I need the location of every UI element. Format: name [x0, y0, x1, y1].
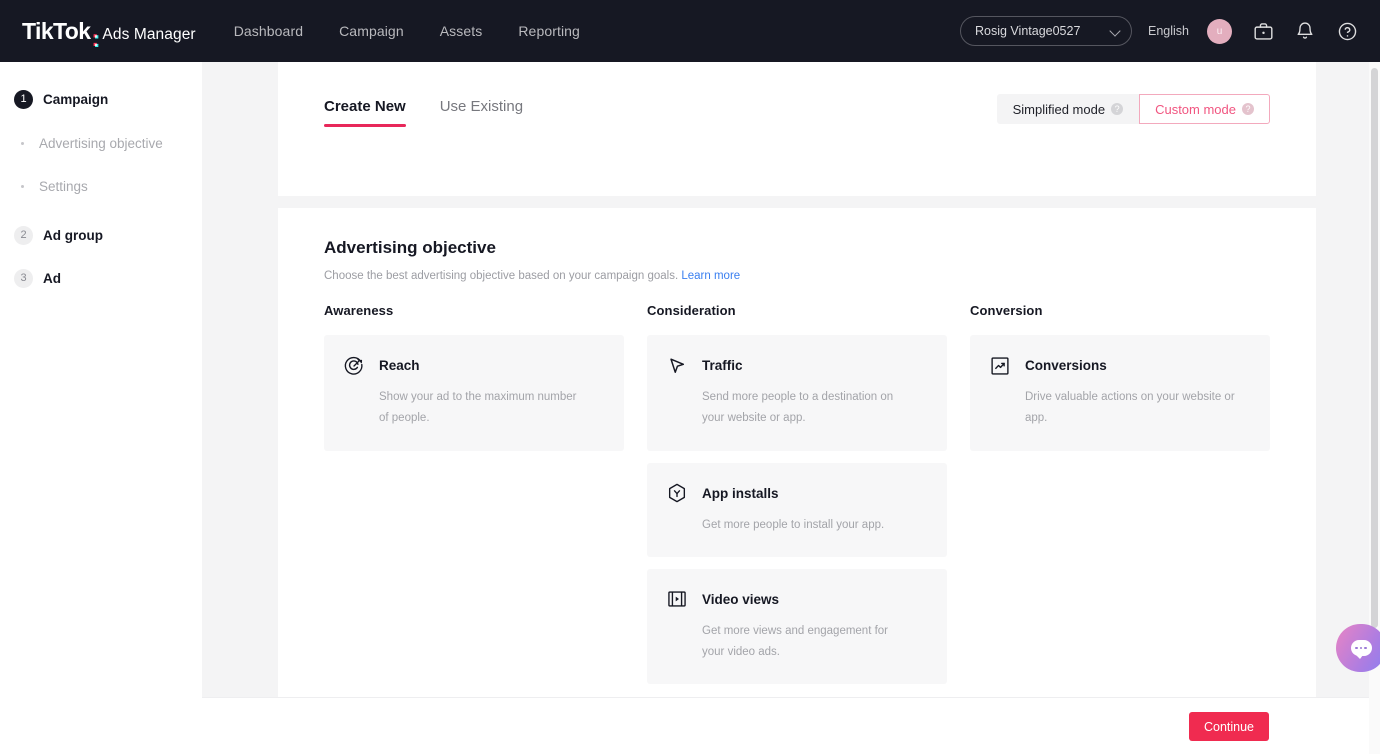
logo-brand-text: TikTok: [22, 17, 91, 44]
tab-create-new[interactable]: Create New: [324, 98, 406, 127]
bell-icon[interactable]: [1294, 20, 1316, 42]
objective-card-title: Conversions: [1025, 358, 1107, 373]
objective-card-header: Video views: [665, 588, 929, 611]
sidebar-substep-label: Advertising objective: [39, 136, 163, 151]
film-play-icon: [665, 588, 688, 611]
objective-card-description: Send more people to a destination on you…: [702, 391, 894, 425]
sidebar-step-ad[interactable]: 3 Ad: [0, 261, 202, 295]
hexagon-download-icon: [665, 482, 688, 505]
objective-card-description: Drive valuable actions on your website o…: [1025, 391, 1235, 425]
objective-card-header: Conversions: [988, 354, 1252, 377]
objective-column-consideration: Consideration Traffic Send more people t…: [647, 303, 947, 696]
section-subtitle: Choose the best advertising objective ba…: [324, 270, 740, 282]
sidebar-step-label: Ad group: [43, 227, 103, 243]
continue-button[interactable]: Continue: [1189, 712, 1269, 741]
creation-tabs: Create New Use Existing: [324, 98, 523, 127]
section-subtitle-text: Choose the best advertising objective ba…: [324, 270, 679, 282]
page-scrollbar-thumb[interactable]: [1371, 68, 1378, 628]
objective-card-description: Get more views and engagement for your v…: [702, 624, 889, 659]
account-name-label: Rosig Vintage0527: [975, 24, 1081, 38]
objective-columns: Awareness Reach Show your ad to the maxi…: [324, 303, 1270, 696]
objective-column-conversion: Conversion Conversions Drive valuable ac…: [970, 303, 1270, 696]
avatar[interactable]: u: [1207, 18, 1232, 44]
step-number-badge: 2: [14, 225, 33, 245]
step-number-badge: 1: [14, 89, 33, 109]
objective-card-description: Show your ad to the maximum number of pe…: [379, 391, 577, 425]
nav-item-campaign[interactable]: Campaign: [339, 23, 404, 39]
cursor-arrow-icon: [665, 354, 688, 377]
objective-column-awareness: Awareness Reach Show your ad to the maxi…: [324, 303, 624, 696]
nav-item-assets[interactable]: Assets: [440, 23, 483, 39]
objective-card-reach[interactable]: Reach Show your ad to the maximum number…: [324, 335, 624, 451]
help-circle-icon[interactable]: [1336, 20, 1358, 42]
nav-item-reporting[interactable]: Reporting: [518, 23, 580, 39]
account-selector[interactable]: Rosig Vintage0527: [960, 16, 1132, 46]
bullet-dot-icon: [21, 185, 24, 188]
target-arrow-icon: [342, 354, 365, 377]
objective-card-video-views[interactable]: Video views Get more views and engagemen…: [647, 568, 947, 685]
main-content-area: Create New Use Existing Simplified mode …: [202, 62, 1380, 754]
objective-card-title: Traffic: [702, 358, 743, 373]
sidebar-item-settings[interactable]: Settings: [0, 165, 202, 208]
footer-action-bar: Continue: [202, 697, 1380, 754]
step-number-badge: 3: [14, 268, 33, 288]
simplified-mode-label: Simplified mode: [1012, 101, 1106, 117]
sidebar-step-label: Ad: [43, 270, 61, 286]
column-heading: Consideration: [647, 303, 736, 318]
logo-product-text: Ads Manager: [102, 25, 196, 43]
objective-card-header: Traffic: [665, 354, 929, 377]
chevron-down-icon: [1111, 27, 1120, 36]
avatar-initial: u: [1216, 25, 1223, 37]
briefcase-icon[interactable]: [1252, 20, 1274, 42]
bullet-dot-icon: [21, 142, 24, 145]
campaign-steps-sidebar: 1 Campaign Advertising objective Setting…: [0, 62, 202, 754]
mode-toggle-group: Simplified mode ? Custom mode ?: [996, 94, 1270, 124]
advertising-objective-panel: Advertising objective Choose the best ad…: [278, 208, 1316, 697]
chat-support-button[interactable]: [1336, 624, 1380, 672]
primary-nav: Dashboard Campaign Assets Reporting: [234, 23, 580, 39]
trending-up-box-icon: [988, 354, 1011, 377]
header-right-cluster: Rosig Vintage0527 English u: [960, 0, 1362, 62]
objective-card-header: App installs: [665, 482, 929, 505]
objective-card-traffic[interactable]: Traffic Send more people to a destinatio…: [647, 335, 947, 451]
sidebar-item-advertising-objective[interactable]: Advertising objective: [0, 122, 202, 165]
objective-card-title: Reach: [379, 358, 420, 373]
column-heading: Awareness: [324, 303, 394, 318]
app-logo[interactable]: TikTok :: Ads Manager: [22, 17, 196, 52]
nav-item-dashboard[interactable]: Dashboard: [234, 23, 303, 39]
objective-card-title: Video views: [702, 591, 780, 607]
custom-mode-button[interactable]: Custom mode ?: [1139, 94, 1270, 124]
help-circle-icon[interactable]: ?: [1242, 103, 1254, 115]
sidebar-step-ad-group[interactable]: 2 Ad group: [0, 218, 202, 252]
objective-card-conversions[interactable]: Conversions Drive valuable actions on yo…: [970, 335, 1270, 451]
language-selector[interactable]: English: [1148, 24, 1189, 38]
objective-card-description: Get more people to install your app.: [702, 518, 885, 531]
simplified-mode-button[interactable]: Simplified mode ?: [996, 94, 1140, 124]
tab-use-existing[interactable]: Use Existing: [440, 98, 523, 127]
chat-bubble-icon: [1350, 640, 1372, 659]
sidebar-step-campaign[interactable]: 1 Campaign: [0, 76, 202, 122]
page-title: Advertising objective: [324, 238, 496, 257]
sidebar-step-label: Campaign: [43, 91, 109, 107]
objective-card-header: Reach: [342, 354, 606, 377]
sidebar-substep-label: Settings: [39, 179, 88, 194]
top-navigation-bar: TikTok :: Ads Manager Dashboard Campaign…: [0, 0, 1380, 62]
column-heading: Conversion: [970, 303, 1043, 318]
creation-mode-panel: Create New Use Existing Simplified mode …: [278, 62, 1316, 196]
custom-mode-label: Custom mode: [1155, 101, 1236, 117]
learn-more-link[interactable]: Learn more: [681, 270, 740, 282]
help-circle-icon[interactable]: ?: [1111, 103, 1124, 115]
objective-card-title: App installs: [702, 485, 779, 501]
objective-card-app-installs[interactable]: App installs Get more people to install …: [647, 462, 947, 557]
